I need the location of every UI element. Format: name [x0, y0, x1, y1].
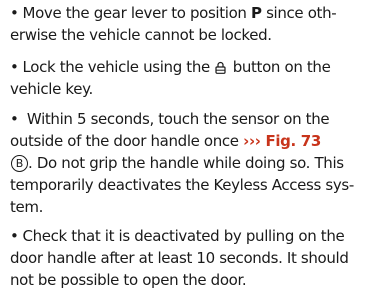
step-3-text-3: . Do not grip the handle while doing so.…: [28, 154, 344, 172]
step-3-line-5: tem.: [10, 198, 44, 216]
figure-callout-b: B: [11, 155, 28, 172]
step-4-line-1: • Check that it is deactivated by pulling…: [10, 225, 378, 247]
step-4-line-2: door handle after at least 10 seconds. I…: [10, 249, 349, 267]
step-1-line-1: • Move the gear lever to position P since…: [10, 2, 378, 24]
step-3-text-2: outside of the door handle once: [10, 132, 244, 150]
step-3: • Within 5 seconds, touch the sensor on …: [10, 108, 378, 218]
step-3-text: Within 5 seconds, touch the sensor on th…: [22, 110, 330, 128]
bullet: •: [10, 4, 19, 22]
step-2-text: Lock the vehicle using the: [22, 58, 215, 76]
step-2: • Lock the vehicle using the button on th…: [10, 56, 378, 100]
lock-icon: [215, 61, 226, 74]
bullet: •: [10, 58, 19, 76]
step-2-text-cont: button on the: [228, 58, 331, 76]
step-4: • Check that it is deactivated by pulling…: [10, 225, 378, 291]
step-1-line-2: erwise the vehicle cannot be locked.: [10, 26, 272, 44]
step-1-text-cont: since oth-: [261, 4, 337, 22]
step-3-line-1: • Within 5 seconds, touch the sensor on …: [10, 108, 378, 130]
figure-reference-link[interactable]: ››› Fig. 73: [243, 132, 321, 150]
bullet: •: [10, 227, 19, 245]
gear-position-p: P: [251, 4, 262, 22]
step-1-text: Move the gear lever to position: [22, 4, 251, 22]
step-2-line-1: • Lock the vehicle using the button on th…: [10, 56, 378, 78]
step-3-line-4: temporarily deactivates the Keyless Acce…: [10, 176, 354, 194]
step-4-text: Check that it is deactivated by pulling …: [22, 227, 345, 245]
step-4-line-3: not be possible to open the door.: [10, 271, 247, 289]
step-1: • Move the gear lever to position P since…: [10, 2, 378, 46]
step-3-line-3: B. Do not grip the handle while doing so…: [10, 152, 378, 174]
bullet: •: [10, 110, 19, 128]
instruction-document: • Move the gear lever to position P since…: [0, 0, 383, 294]
step-2-line-2: vehicle key.: [10, 80, 93, 98]
step-3-line-2: outside of the door handle once ››› Fig.…: [10, 130, 378, 152]
